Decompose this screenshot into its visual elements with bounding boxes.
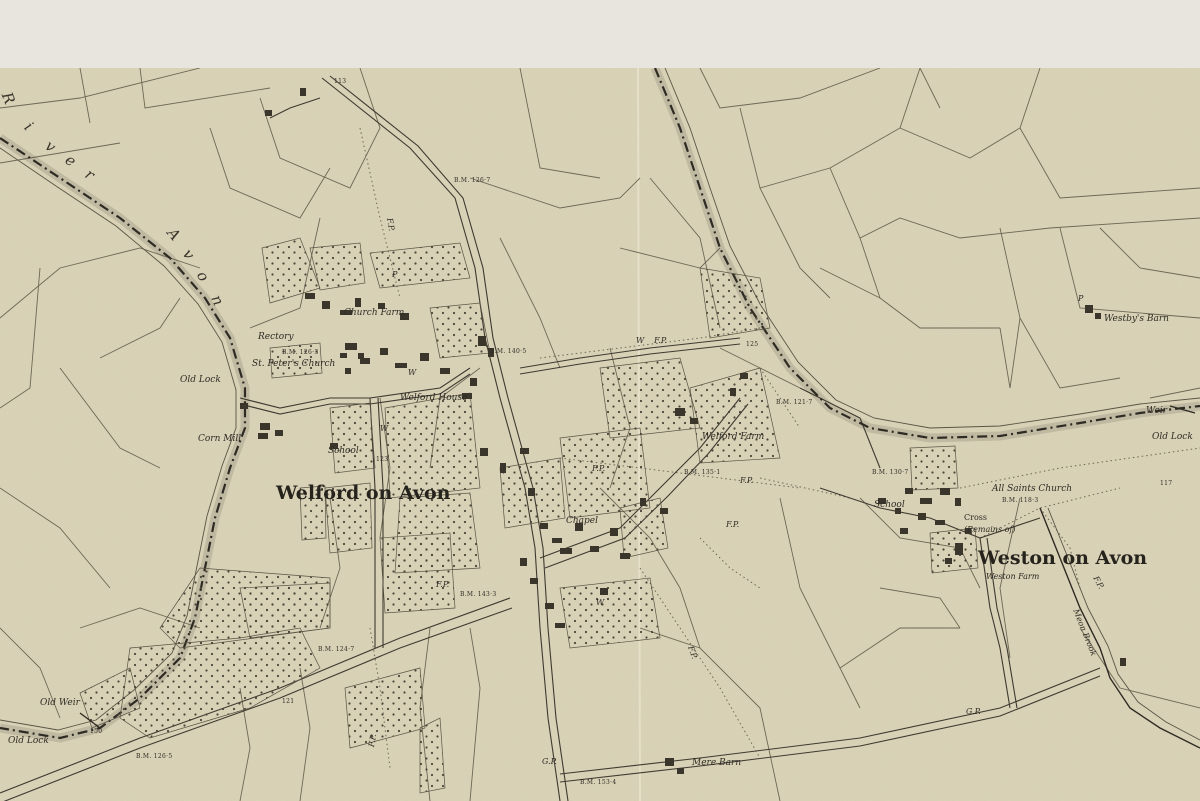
- town-welford-on-avon[interactable]: Welford on Avon: [276, 482, 450, 504]
- spot-height: 150: [90, 728, 103, 735]
- label-mere-barn[interactable]: Mere Barn: [692, 758, 741, 768]
- label-all-saints-church[interactable]: All Saints Church: [992, 484, 1072, 494]
- spot-height: 123: [376, 456, 389, 463]
- top-band: [0, 0, 1200, 68]
- well-abbrev: W: [596, 598, 605, 607]
- label-st-peters-church[interactable]: St. Peter's Church: [252, 359, 335, 369]
- label-old-lock[interactable]: Old Lock: [8, 736, 49, 746]
- benchmark-label: B.M. 135·1: [684, 469, 721, 476]
- footpath-abbrev: F.P.: [592, 464, 606, 473]
- benchmark-label: B.M. 126·5: [136, 753, 173, 760]
- label-school[interactable]: School: [328, 446, 359, 456]
- label-old-weir[interactable]: Old Weir: [40, 698, 80, 708]
- benchmark-label: B.M. 126·3: [282, 349, 319, 356]
- town-weston-on-avon[interactable]: Weston on Avon: [978, 547, 1147, 569]
- label-welford-farm[interactable]: Welford Farm: [702, 432, 764, 442]
- benchmark-label: B.M. 153·4: [580, 779, 617, 786]
- pump-abbrev: P: [392, 270, 398, 279]
- benchmark-label: B.M. 126·7: [454, 177, 491, 184]
- label-westbys-barn[interactable]: Westby's Barn: [1104, 314, 1169, 324]
- label-cross[interactable]: Cross: [964, 513, 987, 522]
- label-weston-farm[interactable]: Weston Farm: [986, 572, 1039, 581]
- well-abbrev: W: [408, 368, 417, 377]
- label-weir[interactable]: Weir: [1146, 406, 1167, 416]
- pump-abbrev: P: [1078, 294, 1084, 303]
- label-old-lock[interactable]: Old Lock: [180, 375, 221, 385]
- gravel-pit-abbrev: G.P.: [966, 707, 981, 716]
- benchmark-label: B.M. 143·3: [460, 591, 497, 598]
- historic-map[interactable]: R i v e r A v o n Welford on Avon Weston…: [0, 68, 1200, 801]
- label-school[interactable]: School: [874, 500, 905, 510]
- label-welford-house[interactable]: Welford House: [400, 393, 467, 403]
- gravel-pit-abbrev: G.P.: [542, 757, 557, 766]
- spot-height: 113: [334, 78, 347, 85]
- benchmark-label: B.M. 121·7: [776, 399, 813, 406]
- benchmark-label: B.M. 130·7: [872, 469, 909, 476]
- spot-height: 125: [746, 341, 759, 348]
- well-abbrev: W: [636, 336, 645, 345]
- map-linework: [0, 68, 1200, 801]
- label-rectory[interactable]: Rectory: [258, 332, 294, 342]
- footpath-abbrev: F.P.: [436, 580, 450, 589]
- benchmark-label: B.M. 124·7: [318, 646, 355, 653]
- label-cross-remains: (Remains of): [964, 525, 1016, 534]
- well-abbrev: W: [380, 424, 389, 433]
- footpath-abbrev: F.P.: [654, 336, 668, 345]
- spot-height: 117: [1160, 480, 1173, 487]
- spot-height: 121: [282, 698, 295, 705]
- benchmark-label: B.M. 118·3: [1002, 497, 1039, 504]
- footpath-abbrev: F.P.: [726, 520, 740, 529]
- label-chapel[interactable]: Chapel: [566, 516, 598, 526]
- label-old-lock[interactable]: Old Lock: [1152, 432, 1193, 442]
- footpath-abbrev: F.P.: [740, 476, 754, 485]
- benchmark-label: B.M. 140·5: [490, 348, 527, 355]
- label-corn-mill[interactable]: Corn Mill: [198, 434, 241, 444]
- label-church-farm[interactable]: Church Farm: [344, 308, 404, 318]
